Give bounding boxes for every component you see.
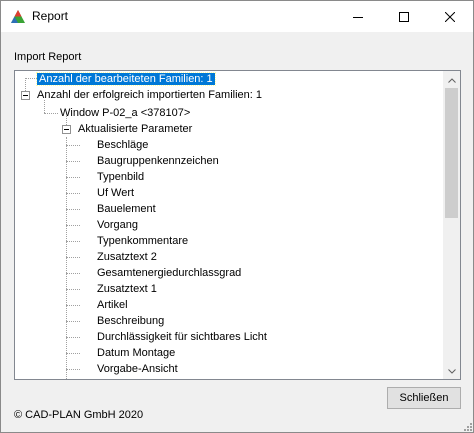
- tree-line: [66, 241, 80, 242]
- tree-leaf-param[interactable]: Typenbild: [95, 169, 146, 185]
- vertical-scrollbar[interactable]: [443, 71, 460, 379]
- maximize-icon: [399, 11, 409, 22]
- window-title: Report: [32, 9, 69, 23]
- scroll-up-button[interactable]: [443, 71, 460, 88]
- maximize-button[interactable]: [381, 1, 427, 32]
- tree-leaf-param[interactable]: Typenkommentare: [95, 233, 190, 249]
- title-bar[interactable]: Report: [1, 1, 473, 32]
- tree-node-label: Anzahl der bearbeiteten Familien: 1: [36, 72, 216, 86]
- tree-line: [66, 369, 80, 370]
- tree-leaf-param[interactable]: Zusatztext 2: [95, 249, 159, 265]
- tree-node-label: Bauelement: [97, 203, 156, 215]
- tree-line: [66, 225, 80, 226]
- tree-line: [66, 257, 80, 258]
- tree-node-label: Uf Wert: [97, 187, 135, 199]
- tree-content: Anzahl der bearbeiteten Familien: 1 Anza…: [15, 71, 443, 379]
- tree-node-label: Zusatztext 2: [97, 251, 157, 263]
- tree-line: [66, 273, 80, 274]
- tree-leaf-param[interactable]: Artikel: [95, 297, 130, 313]
- tree-node-imported-families[interactable]: Anzahl der erfolgreich importierten Fami…: [35, 87, 264, 103]
- tree-node-label: Durchlässigkeit für sichtbares Licht: [97, 331, 267, 343]
- tree-node-label: Zusatztext 1: [97, 283, 157, 295]
- tree-node-label: Anzahl der erfolgreich importierten Fami…: [37, 89, 262, 101]
- tree-line: [66, 321, 80, 322]
- tree-node-label: Baugruppenkennzeichen: [97, 155, 219, 167]
- tree-line: [44, 113, 58, 114]
- scroll-down-button[interactable]: [443, 362, 460, 379]
- tree-line: [66, 353, 80, 354]
- tree-leaf-param[interactable]: Baugruppenkennzeichen: [95, 153, 221, 169]
- tree-leaf-param[interactable]: Durchlässigkeit für sichtbares Licht: [95, 329, 269, 345]
- tree-line: [66, 145, 80, 146]
- tree-leaf-param[interactable]: Beschläge: [95, 137, 150, 153]
- import-report-label: Import Report: [14, 51, 82, 63]
- tree-node-label: Window P-02_a <378107>: [60, 107, 191, 119]
- chevron-down-icon: [447, 365, 456, 377]
- tree-line: [25, 78, 37, 79]
- tree-node-label: Beschläge: [97, 139, 149, 151]
- tree-node-label: Aktualisierte Parameter: [78, 123, 193, 135]
- tree-node-label: Beschreibung: [97, 315, 165, 327]
- collapse-icon[interactable]: [21, 91, 30, 100]
- scrollbar-thumb[interactable]: [445, 88, 458, 218]
- tree-node-label: Typenbild: [97, 171, 145, 183]
- close-icon: [445, 11, 455, 22]
- tree-line: [66, 209, 80, 210]
- close-button[interactable]: Schließen: [387, 387, 461, 409]
- report-window: Report Import Report Anzahl der bearbeit…: [0, 0, 474, 433]
- tree-leaf-param[interactable]: Vorgang: [95, 217, 140, 233]
- tree-node-label: Vorgabe-Ansicht: [97, 363, 178, 375]
- tree-line: [66, 337, 80, 338]
- tree-node-processed-families[interactable]: Anzahl der bearbeiteten Familien: 1: [36, 71, 216, 87]
- tree-leaf-param[interactable]: Beschreibung: [95, 313, 166, 329]
- tree-node-window[interactable]: Window P-02_a <378107>: [58, 105, 192, 121]
- tree-leaf-param[interactable]: Gesamtenergiedurchlassgrad: [95, 265, 243, 281]
- tree-line: [66, 289, 80, 290]
- minimize-button[interactable]: [335, 1, 381, 32]
- tree-node-label: Datum Montage: [97, 347, 176, 359]
- tree-line: [66, 193, 80, 194]
- tree-node-updated-parameters[interactable]: Aktualisierte Parameter: [76, 121, 194, 137]
- report-tree[interactable]: Anzahl der bearbeiteten Familien: 1 Anza…: [14, 70, 461, 380]
- chevron-up-icon: [447, 74, 456, 86]
- tree-line: [66, 161, 80, 162]
- tree-line: [66, 177, 80, 178]
- tree-leaf-param[interactable]: Datum Montage: [95, 345, 177, 361]
- tree-leaf-param[interactable]: Uf Wert: [95, 185, 136, 201]
- tree-leaf-param[interactable]: Bauelement: [95, 201, 158, 217]
- collapse-icon[interactable]: [62, 125, 71, 134]
- tree-node-label: Artikel: [97, 299, 128, 311]
- tree-line: [66, 137, 67, 379]
- tree-leaf-param[interactable]: Zusatztext 1: [95, 281, 159, 297]
- tree-leaf-param[interactable]: Vorgabe-Ansicht: [95, 361, 180, 377]
- close-window-button[interactable]: [427, 1, 473, 32]
- tree-node-label: Typenkommentare: [97, 235, 189, 247]
- copyright-text: © CAD-PLAN GmbH 2020: [14, 409, 144, 421]
- tree-line: [66, 305, 80, 306]
- minimize-icon: [353, 12, 363, 22]
- cad-plan-logo-icon: [10, 9, 26, 25]
- resize-grip-icon[interactable]: [461, 420, 473, 432]
- tree-node-label: Vorgang: [97, 219, 138, 231]
- tree-node-label: Gesamtenergiedurchlassgrad: [97, 267, 242, 279]
